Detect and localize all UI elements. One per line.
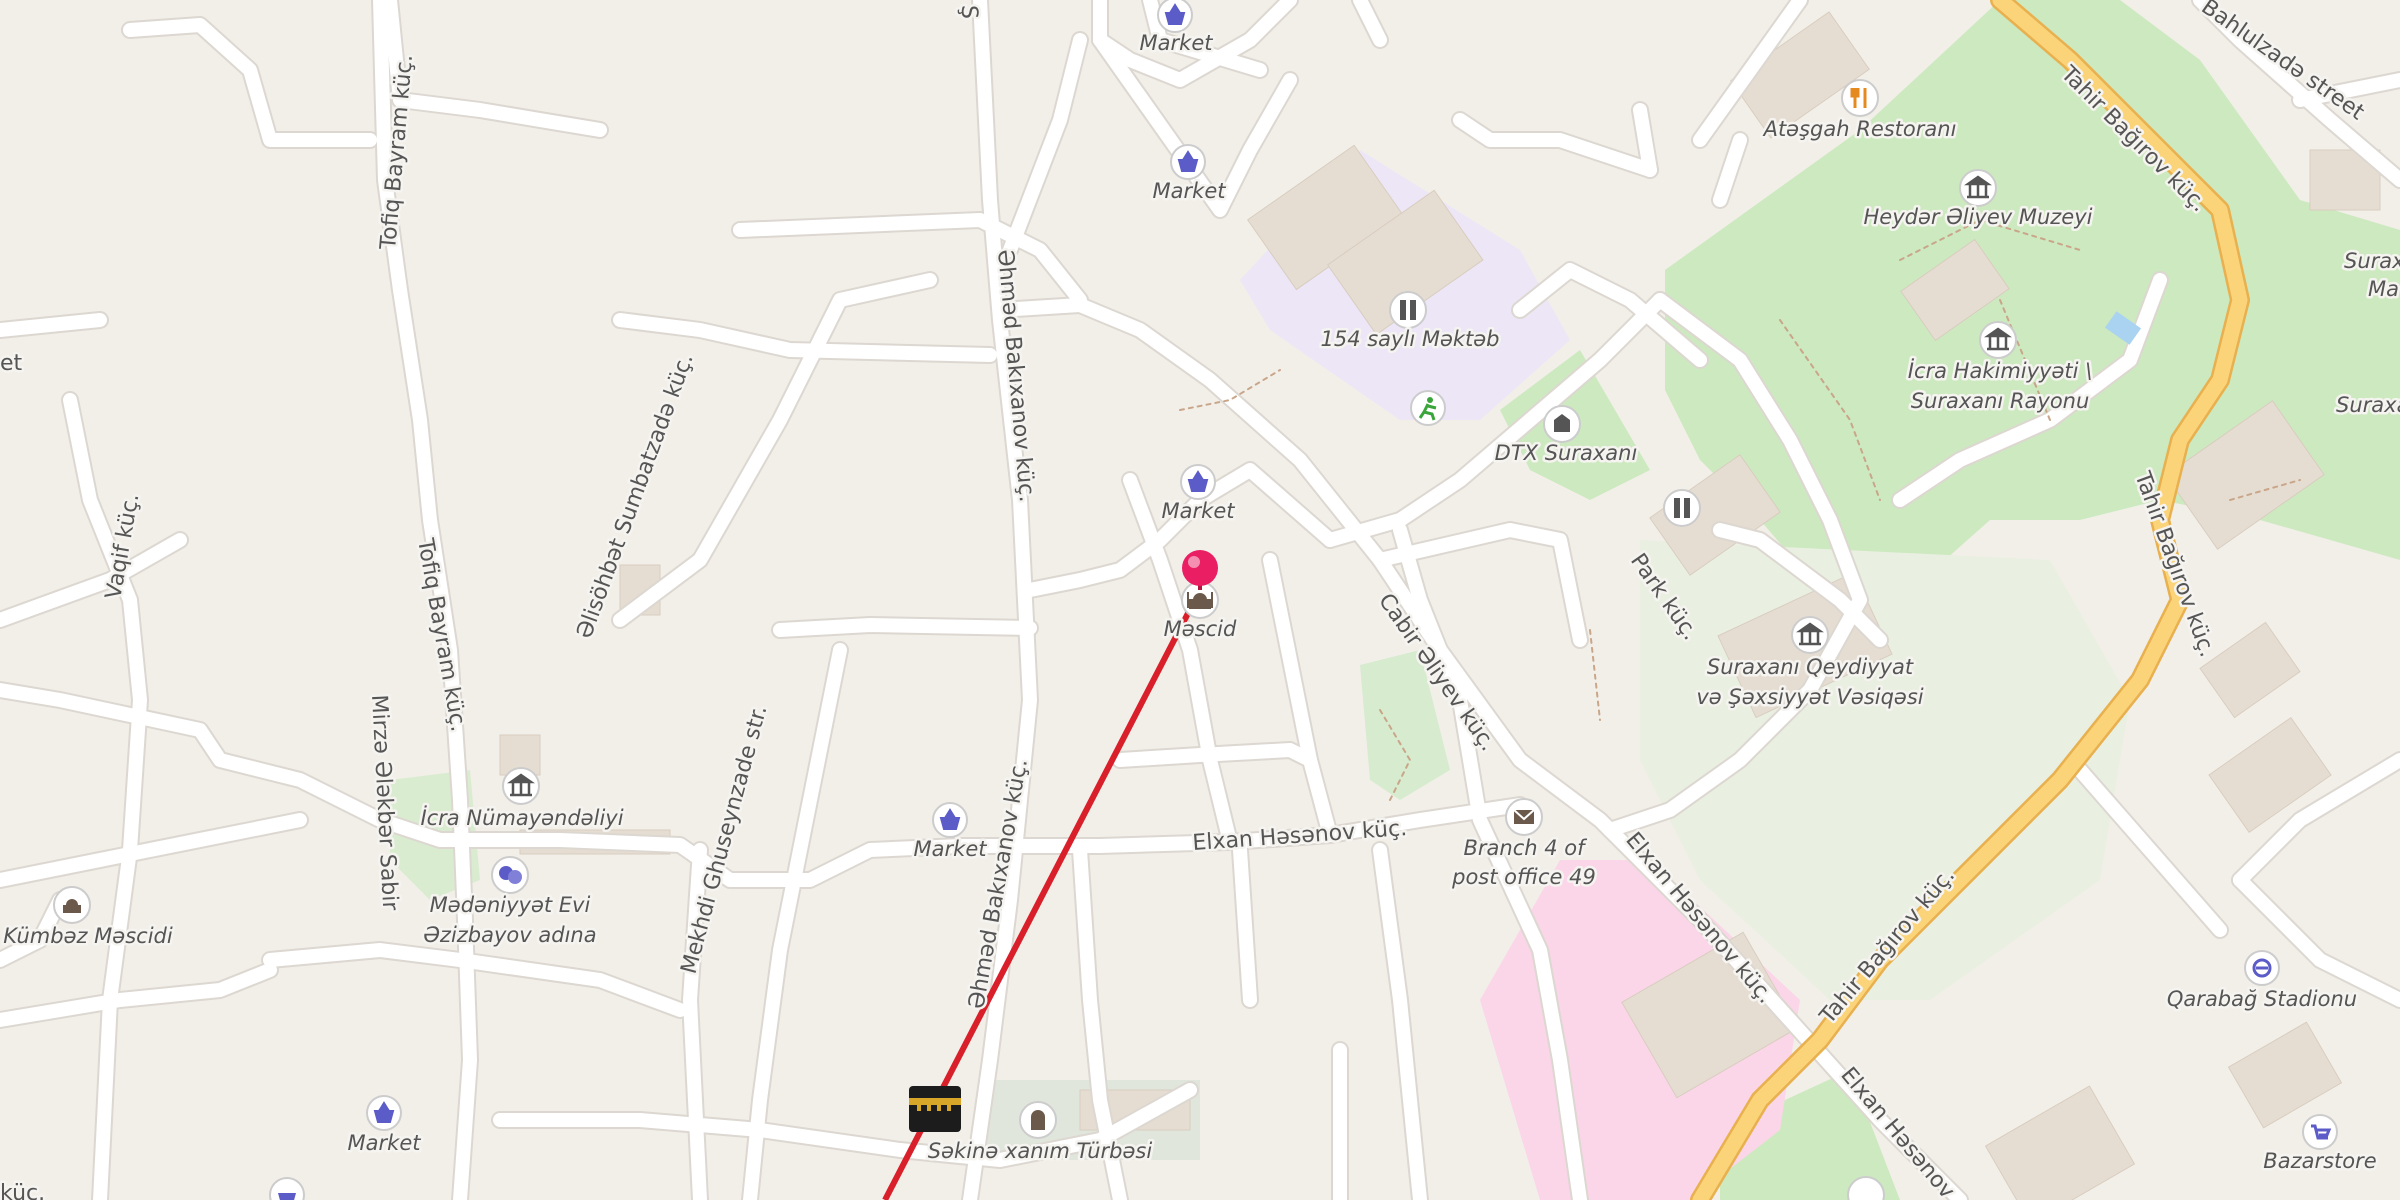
poi-label: Səkinə xanım Türbəsi: [928, 1139, 1153, 1163]
poi-label: Market: [1153, 179, 1227, 203]
post-office-icon[interactable]: [1505, 798, 1543, 836]
poi-label: Suraxa: [2336, 393, 2400, 417]
government-icon[interactable]: [1979, 321, 2017, 359]
poi-label: İcra Hakimiyyəti \: [1908, 358, 2092, 383]
poi-label: İcra Nümayəndəliyi: [420, 805, 623, 830]
poi-label: DTX Suraxanı: [1495, 441, 1638, 465]
school-icon[interactable]: [1663, 489, 1701, 527]
museum-icon[interactable]: [1959, 169, 1997, 207]
poi-label: Qarabağ Stadionu: [2167, 987, 2357, 1011]
restaurant-icon[interactable]: [1841, 79, 1879, 117]
poi-label: Market: [348, 1131, 422, 1155]
stadium-icon[interactable]: [2244, 950, 2280, 986]
poi-label: Mədəniyyət Evi: [430, 893, 591, 917]
theatre-icon[interactable]: [491, 856, 529, 894]
poi-label: Market: [1162, 499, 1236, 523]
shopping-basket-icon[interactable]: [1170, 144, 1206, 180]
mausoleum-icon[interactable]: [1019, 1101, 1057, 1139]
poi-label: Ma: [2368, 277, 2399, 301]
street-label: et: [0, 351, 23, 376]
map-canvas[interactable]: Tofiq Bayram küç. Tofiq Bayram küç. Əlis…: [0, 0, 2400, 1200]
shopping-basket-icon[interactable]: [1157, 0, 1193, 33]
shopping-basket-icon[interactable]: [1180, 464, 1216, 500]
poi-label: Atəşgah Restoranı: [1762, 117, 1957, 141]
poi-label: Market: [1140, 31, 1214, 55]
street-label: küç.: [0, 1181, 45, 1200]
poi-label: və Şəxsiyyət Vəsiqəsi: [1696, 685, 1923, 709]
poi-label: Market: [914, 837, 988, 861]
shopping-basket-icon[interactable]: [932, 802, 968, 838]
shopping-basket-icon[interactable]: [366, 1095, 402, 1131]
poi-label: Suraxanı Rayonu: [1911, 389, 2090, 413]
street-label: Ş: [956, 5, 981, 19]
poi-label: Əzizbayov adına: [423, 923, 596, 947]
poi-label: Heydər Əliyev Muzeyi: [1864, 205, 2093, 229]
government-icon[interactable]: [502, 767, 540, 805]
poi-label: 154 saylı Məktəb: [1320, 327, 1499, 351]
poi-label: Kümbəz Məscidi: [3, 924, 173, 948]
poi-label: Suraxanı Qeydiyyat: [1707, 655, 1914, 679]
poi-label: Məscid: [1164, 617, 1237, 641]
school-icon[interactable]: [1389, 291, 1427, 329]
kaaba-icon[interactable]: [909, 1086, 961, 1132]
mosque-icon[interactable]: [53, 886, 91, 924]
poi-label: Branch 4 of: [1463, 836, 1588, 860]
poi-label: post office 49: [1451, 865, 1596, 889]
poi-label: Suraxı: [2344, 249, 2400, 273]
running-person-icon[interactable]: [1410, 390, 1446, 426]
shopping-basket-icon[interactable]: [2302, 1114, 2338, 1150]
government-icon[interactable]: [1791, 616, 1829, 654]
poi-label: Bazarstore: [2263, 1149, 2376, 1173]
police-icon[interactable]: [1543, 405, 1581, 443]
